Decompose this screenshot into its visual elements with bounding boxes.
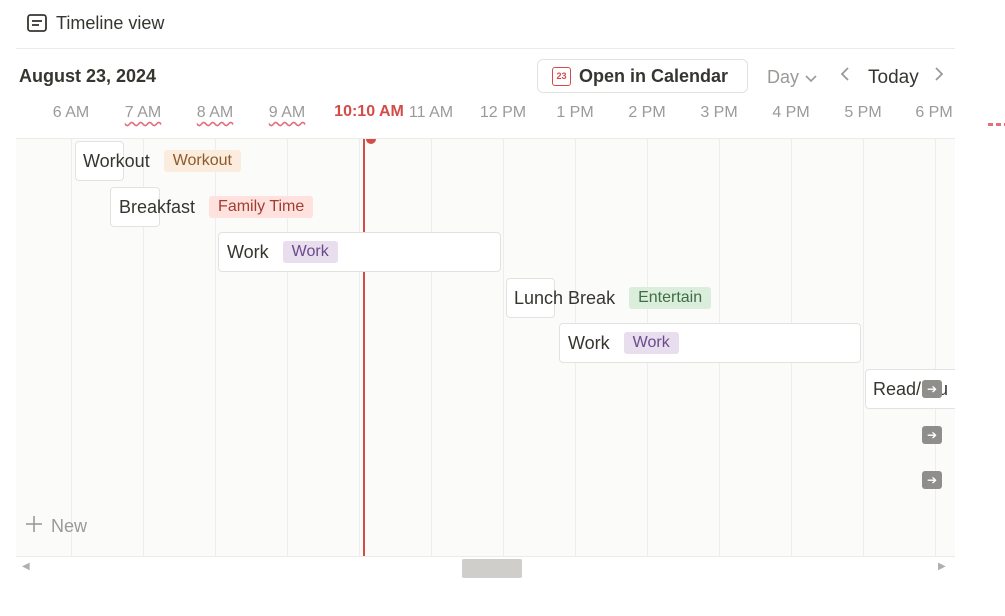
timeline-grid[interactable]: Workout Workout Breakfast Family Time Wo…	[16, 139, 955, 556]
event-title: Work	[227, 241, 269, 262]
event-title: Breakfast	[119, 196, 196, 217]
hour-label: 7 AM	[124, 104, 162, 121]
event-title: Work	[568, 332, 610, 353]
current-time-dot	[366, 139, 376, 144]
divider	[16, 556, 955, 557]
arrow-right-icon[interactable]: ➔	[922, 426, 942, 444]
event-tag: Family Time	[209, 196, 314, 218]
view-title: Timeline view	[56, 12, 165, 33]
scroll-right-icon[interactable]: ▶	[938, 561, 946, 572]
scroll-left-icon[interactable]: ◀	[22, 561, 30, 572]
event-content: Work Work	[568, 323, 679, 363]
hour-header: 6 AM 7 AM 8 AM 9 AM 11 AM 12 PM 1 PM 2 P…	[0, 100, 960, 128]
hour-label: 3 PM	[700, 104, 738, 121]
arrow-right-icon[interactable]: ➔	[922, 380, 942, 398]
open-in-calendar-button[interactable]: 23 Open in Calendar	[537, 59, 748, 93]
arrow-right-icon[interactable]: ➔	[922, 471, 942, 489]
hour-gridline	[359, 139, 360, 556]
current-time-line	[363, 139, 365, 556]
event-content: Workout Workout	[83, 141, 241, 181]
event-content: Breakfast Family Time	[119, 187, 314, 227]
calendar-icon: 23	[552, 66, 571, 86]
zoom-select-label: Day	[767, 67, 800, 87]
chevron-down-icon	[805, 67, 817, 88]
zoom-select[interactable]: Day	[767, 67, 817, 88]
new-item-label: New	[51, 515, 88, 536]
hour-label: 11 AM	[408, 104, 454, 121]
hour-label: 9 AM	[268, 104, 306, 121]
view-tab[interactable]: Timeline view	[26, 10, 164, 36]
event-title: Lunch Break	[514, 287, 616, 308]
hour-label: 1 PM	[556, 104, 594, 121]
hour-label: 12 PM	[479, 104, 527, 121]
hour-gridline	[71, 139, 72, 556]
divider	[16, 48, 955, 49]
hour-gridline	[863, 139, 864, 556]
event-tag: Work	[623, 332, 679, 354]
plus-icon	[25, 513, 43, 539]
event-content: Lunch Break Entertain	[514, 278, 712, 318]
table-view-icon	[26, 12, 48, 34]
new-item-button[interactable]: New	[25, 513, 87, 539]
timeline-toolbar: August 23, 2024 23 Open in Calendar Day …	[0, 58, 960, 98]
hour-gridline	[503, 139, 504, 556]
open-in-calendar-label: Open in Calendar	[579, 65, 729, 86]
chevron-left-icon[interactable]	[840, 66, 850, 87]
current-date: August 23, 2024	[19, 66, 157, 86]
spellcheck-marker	[988, 123, 1005, 126]
event-tag: Workout	[163, 150, 241, 172]
hour-label: 6 PM	[915, 104, 953, 121]
event-tag: Entertain	[629, 287, 712, 309]
current-time-label: 10:10 AM	[334, 103, 404, 120]
event-title: Workout	[83, 150, 150, 171]
hour-label: 8 AM	[196, 104, 234, 121]
hour-label: 2 PM	[628, 104, 666, 121]
hour-gridline	[431, 139, 432, 556]
hour-label: 4 PM	[772, 104, 810, 121]
horizontal-scrollbar-thumb[interactable]	[462, 559, 522, 578]
today-button[interactable]: Today	[868, 67, 919, 89]
event-content: Work Work	[227, 232, 338, 272]
event-tag: Work	[282, 241, 338, 263]
chevron-right-icon[interactable]	[934, 66, 944, 87]
hour-gridline	[935, 139, 936, 556]
hour-label: 6 AM	[52, 104, 90, 121]
hour-label: 5 PM	[844, 104, 882, 121]
